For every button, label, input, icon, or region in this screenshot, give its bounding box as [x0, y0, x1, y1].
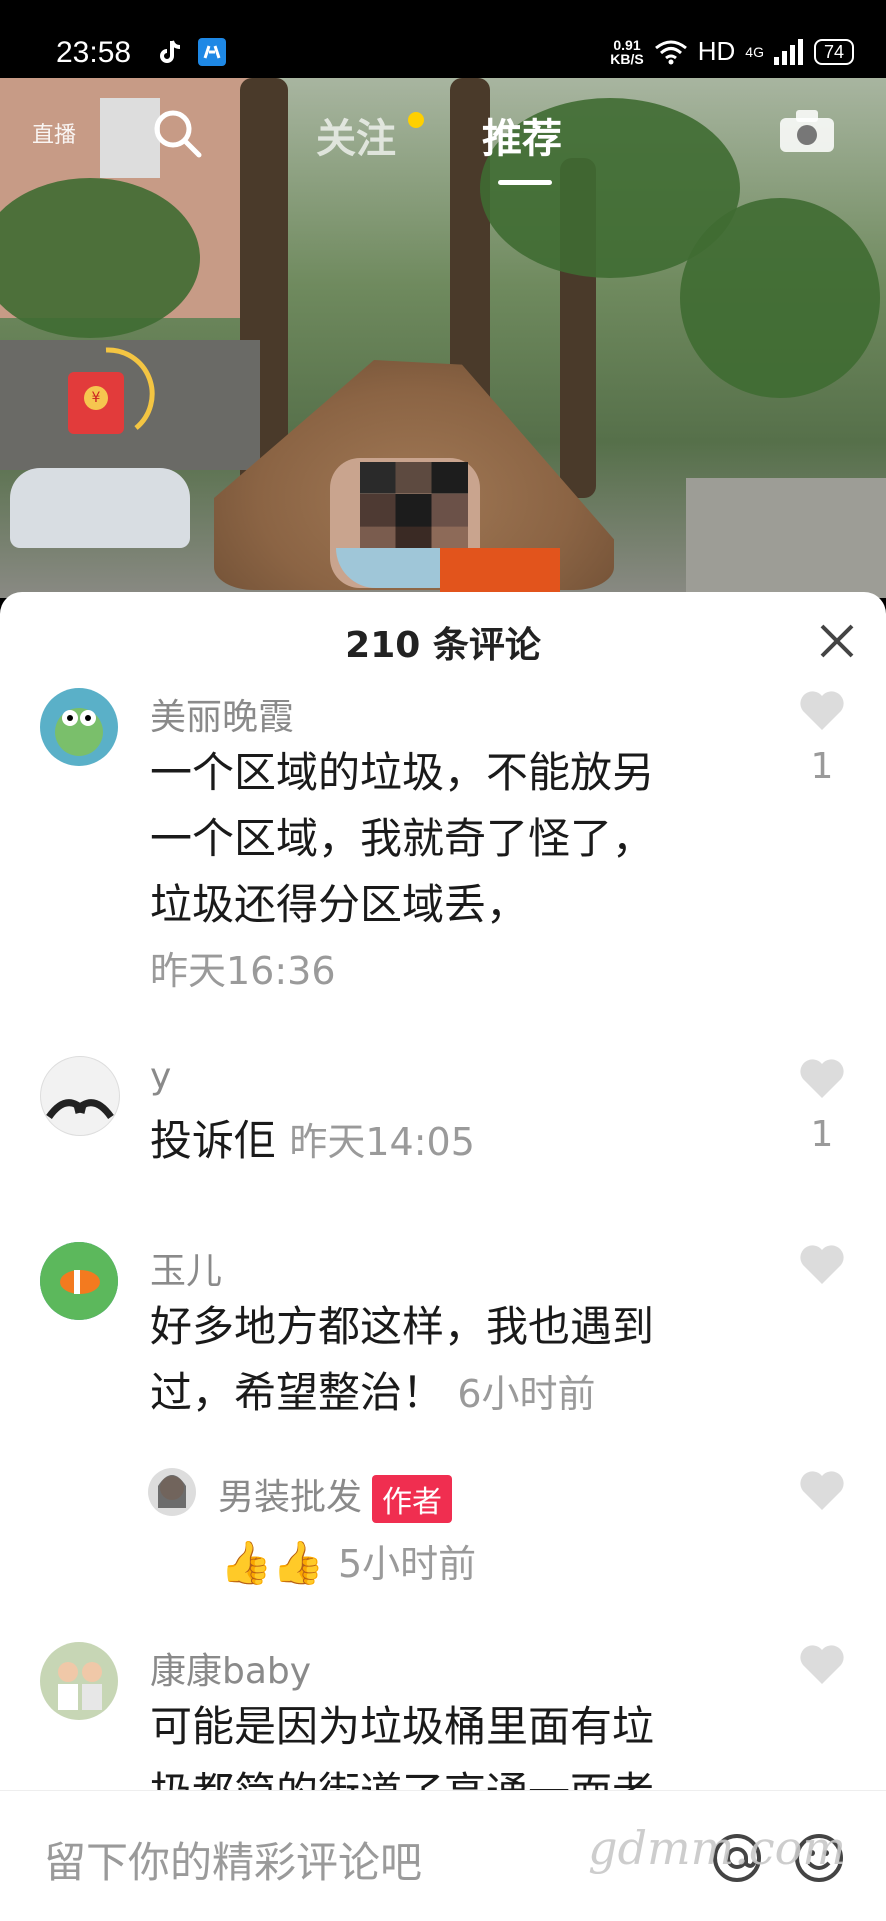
comment-text: 一个区域的垃圾，不能放另 一个区域，我就奇了怪了， 垃圾还得分区域丢， 昨天16… — [150, 740, 760, 1004]
avatar[interactable] — [40, 1642, 118, 1720]
red-packet-icon: ¥ — [68, 372, 124, 434]
avatar[interactable] — [40, 688, 118, 766]
comment-input[interactable]: 留下你的精彩评论吧 — [44, 1829, 422, 1890]
app-notification-icon — [198, 38, 226, 66]
comment-time: 昨天16:36 — [150, 949, 336, 993]
comment-item: 玉儿 好多地方都这样，我也遇到 过，希望整治！ 6小时前 — [0, 1242, 886, 1422]
status-bar: 23:58 0.91 KB/S HD 4G 74 — [0, 0, 886, 78]
status-indicators: 0.91 KB/S HD 4G 74 — [610, 36, 854, 67]
face-mosaic — [360, 462, 468, 558]
comments-header: 210 条评论 — [0, 592, 886, 688]
frog-avatar-icon — [55, 708, 103, 756]
comment-username[interactable]: 美丽晚霞 — [150, 688, 294, 740]
coin-icon: ¥ — [84, 386, 108, 410]
heart-icon — [800, 1245, 844, 1284]
like-button[interactable] — [792, 1242, 852, 1290]
live-button[interactable]: 直播 — [26, 108, 82, 164]
comment-item: y 投诉佢 昨天14:05 1 — [0, 1056, 886, 1176]
live-label: 直播 — [31, 123, 76, 148]
close-icon[interactable] — [814, 618, 860, 664]
comment-text: 好多地方都这样，我也遇到 过，希望整治！ 6小时前 — [150, 1302, 655, 1417]
avatar[interactable] — [40, 1056, 120, 1136]
watermark: gdmm.com — [588, 1821, 846, 1875]
like-count: 1 — [810, 746, 834, 787]
heart-icon — [800, 1471, 844, 1510]
like-button[interactable] — [792, 1468, 852, 1516]
comment-username[interactable]: y — [150, 1056, 171, 1097]
reply-item: 男装批发 作者 👍👍 5小时前 — [0, 1468, 886, 1608]
battery-indicator: 74 — [813, 38, 854, 65]
thumbs-up-emoji: 👍👍 — [220, 1538, 325, 1587]
top-nav: 直播 关注 推荐 — [0, 78, 886, 188]
search-icon[interactable] — [150, 106, 204, 160]
kids-avatar-icon — [58, 1662, 102, 1710]
hd-indicator: HD — [697, 36, 736, 66]
tiktok-icon — [160, 40, 181, 63]
like-button[interactable]: 1 — [792, 1056, 852, 1155]
comment-time: 昨天14:05 — [289, 1120, 475, 1164]
like-button[interactable]: 1 — [792, 688, 852, 787]
author-badge: 作者 — [372, 1475, 453, 1523]
author-avatar-icon — [158, 1475, 186, 1508]
comment-count: 210 条评论 — [345, 625, 541, 666]
comment-username[interactable]: 康康baby — [150, 1642, 311, 1694]
notification-dot — [408, 112, 424, 128]
background-road — [686, 478, 886, 598]
heart-icon — [800, 1645, 844, 1684]
status-time: 23:58 — [56, 36, 132, 69]
like-count: 1 — [810, 1114, 834, 1155]
avatar[interactable] — [40, 1242, 118, 1320]
clownfish-avatar-icon — [40, 1242, 118, 1320]
background-car — [10, 468, 190, 548]
avatar[interactable] — [148, 1468, 196, 1516]
heart-icon — [800, 1059, 844, 1098]
like-button[interactable] — [792, 1642, 852, 1690]
camera-icon[interactable] — [778, 108, 836, 154]
heart-icon — [800, 691, 844, 730]
hands-heart-avatar-icon — [46, 1099, 114, 1120]
signal-icon — [773, 38, 803, 65]
comments-panel: 210 条评论 美丽晚霞 一个区域的垃圾，不能放另 一个区域，我就奇了怪了， 垃… — [0, 592, 886, 1920]
comment-input-bar[interactable]: 留下你的精彩评论吧 gdmm.com — [0, 1790, 886, 1921]
network-type: 4G — [745, 43, 764, 60]
comment-text: 投诉佢 昨天14:05 — [150, 1116, 475, 1165]
net-speed: 0.91 KB/S — [610, 36, 644, 67]
comment-item: 美丽晚霞 一个区域的垃圾，不能放另 一个区域，我就奇了怪了， 垃圾还得分区域丢，… — [0, 688, 886, 993]
comment-username[interactable]: 玉儿 — [150, 1242, 222, 1294]
tab-follow[interactable]: 关注 — [316, 106, 396, 164]
comment-time: 5小时前 — [337, 1542, 477, 1586]
palm-leaves — [680, 198, 880, 398]
tab-recommend[interactable]: 推荐 — [482, 106, 562, 164]
active-tab-indicator — [498, 180, 552, 185]
wifi-icon — [654, 40, 687, 64]
reply-text: 👍👍 5小时前 — [220, 1530, 830, 1597]
comment-time: 6小时前 — [457, 1372, 596, 1416]
red-packet-widget[interactable]: ¥ — [56, 344, 156, 444]
reply-username[interactable]: 男装批发 作者 — [218, 1468, 453, 1523]
orange-vest — [440, 548, 560, 598]
